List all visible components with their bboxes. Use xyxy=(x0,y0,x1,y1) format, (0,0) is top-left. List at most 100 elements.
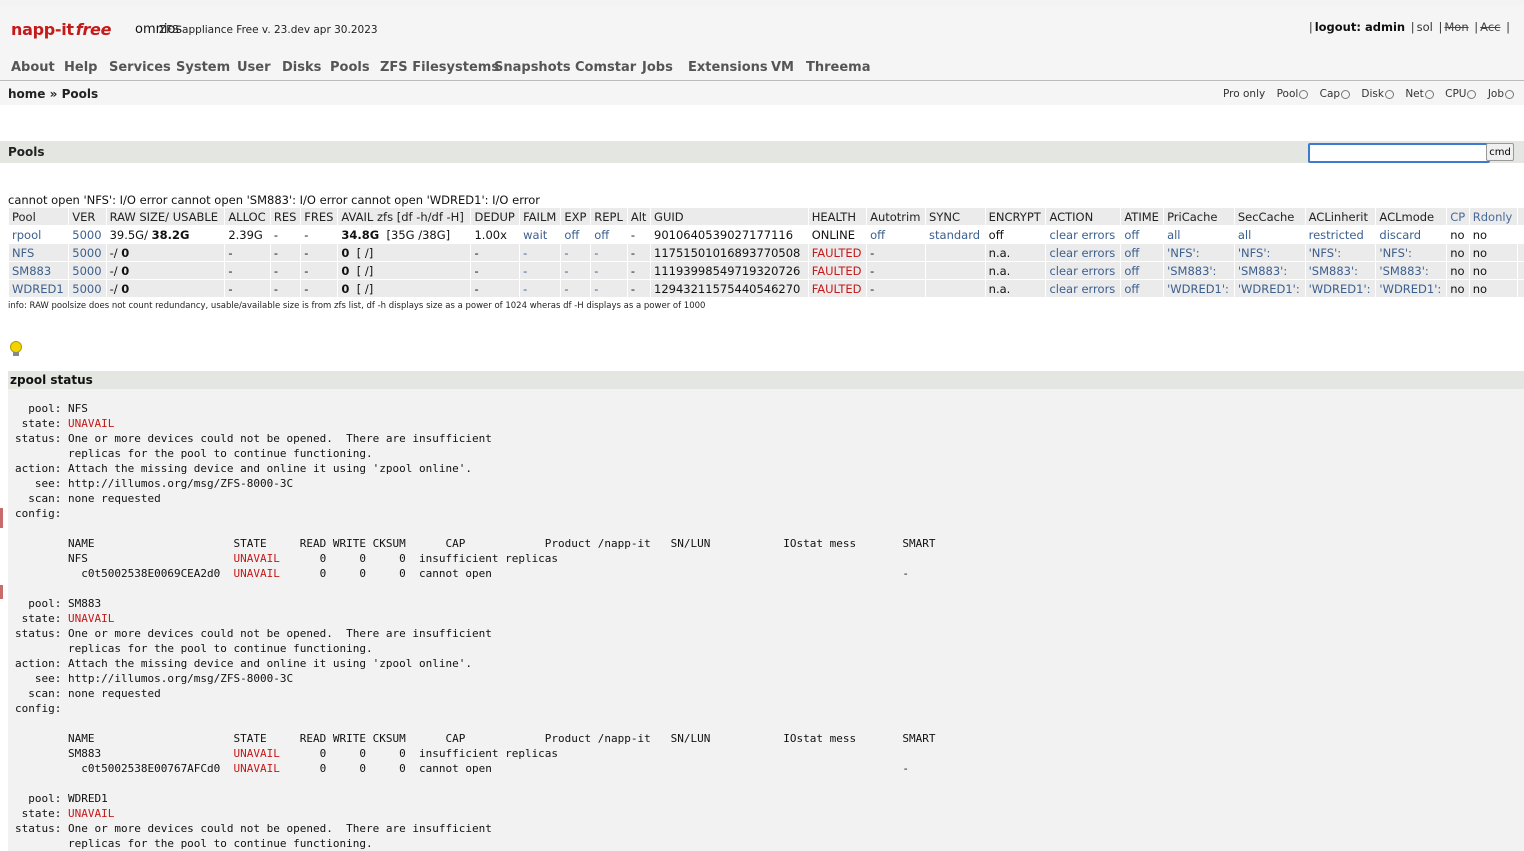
nav-snapshots[interactable]: Snapshots xyxy=(494,60,571,75)
nav-vm[interactable]: VM xyxy=(771,60,794,75)
radio-icon[interactable] xyxy=(1467,89,1477,99)
aclinherit-link[interactable]: 'NFS': xyxy=(1309,246,1342,260)
avail-df: [ /] xyxy=(356,263,374,278)
status-state-unavail: UNAVAIL xyxy=(233,747,280,760)
sol-link[interactable]: sol xyxy=(1417,20,1433,34)
sync-link[interactable]: standard xyxy=(929,228,980,242)
fres-cell: - xyxy=(301,280,338,297)
monitor-disk[interactable]: Disk xyxy=(1361,88,1394,100)
ver-link[interactable]: 5000 xyxy=(72,228,101,242)
nav-help[interactable]: Help xyxy=(64,60,97,75)
failm-link[interactable]: - xyxy=(523,246,527,260)
radio-icon[interactable] xyxy=(1424,89,1434,99)
clear-errors-link[interactable]: clear errors xyxy=(1049,228,1115,242)
atime-link[interactable]: off xyxy=(1124,282,1139,296)
ver-link[interactable]: 5000 xyxy=(72,246,101,260)
repl-link[interactable]: - xyxy=(594,246,598,260)
extra-cell xyxy=(1517,280,1524,297)
pricache-link[interactable]: 'WDRED1': xyxy=(1167,282,1229,296)
aclinherit-link[interactable]: 'WDRED1': xyxy=(1309,282,1371,296)
pool-link[interactable]: WDRED1 xyxy=(12,282,64,296)
repl-link[interactable]: off xyxy=(594,228,609,242)
atime-link[interactable]: off xyxy=(1124,264,1139,278)
monitor-net[interactable]: Net xyxy=(1405,88,1434,100)
exp-link[interactable]: off xyxy=(564,228,579,242)
clear-errors-link[interactable]: clear errors xyxy=(1049,282,1115,296)
aclmode-link[interactable]: 'NFS': xyxy=(1379,246,1412,260)
cmd-input[interactable] xyxy=(1308,143,1490,163)
radio-icon[interactable] xyxy=(1299,89,1309,99)
logout-link[interactable]: logout: admin xyxy=(1315,20,1405,34)
acc-link[interactable]: Acc xyxy=(1480,20,1500,34)
autotrim-link[interactable]: off xyxy=(870,228,885,242)
failm-link[interactable]: wait xyxy=(523,228,547,242)
aclmode-link[interactable]: discard xyxy=(1379,228,1421,242)
status-state-unavail: UNAVAIL xyxy=(67,417,115,430)
aclinherit-link[interactable]: 'SM883': xyxy=(1309,264,1358,278)
repl-link[interactable]: - xyxy=(594,264,598,278)
nav-extensions[interactable]: Extensions xyxy=(688,60,768,75)
clear-errors-link[interactable]: clear errors xyxy=(1049,246,1115,260)
failm-link[interactable]: - xyxy=(523,264,527,278)
status-text: see: http://illumos.org/msg/ZFS-8000-3C xyxy=(15,477,294,490)
avail-value: 0 xyxy=(341,263,350,278)
monitor-cpu[interactable]: CPU xyxy=(1445,88,1477,100)
napp-it-logo[interactable]: napp-it free xyxy=(11,20,111,39)
seccache-link[interactable]: 'SM883': xyxy=(1238,264,1287,278)
status-text: scan: none requested xyxy=(15,687,161,700)
status-line: config: xyxy=(15,702,61,715)
pool-link[interactable]: rpool xyxy=(12,228,41,242)
rdonly-cell: no xyxy=(1469,262,1517,279)
col-rdonly[interactable]: Rdonly xyxy=(1469,208,1517,225)
nav-user[interactable]: User xyxy=(237,60,271,75)
status-line: replicas for the pool to continue functi… xyxy=(15,447,373,460)
cmd-button[interactable]: cmd xyxy=(1486,143,1514,161)
nav-zfs-filesystems[interactable]: ZFS Filesystems xyxy=(380,60,499,75)
pool-link[interactable]: NFS xyxy=(12,246,34,260)
nav-comstar[interactable]: Comstar xyxy=(575,60,636,75)
exp-link[interactable]: - xyxy=(564,246,568,260)
encrypt-cell: off xyxy=(985,226,1046,243)
clear-errors-link[interactable]: clear errors xyxy=(1049,264,1115,278)
ver-link[interactable]: 5000 xyxy=(72,264,101,278)
nav-jobs[interactable]: Jobs xyxy=(642,60,673,75)
seccache-link[interactable]: all xyxy=(1238,228,1251,242)
monitor-pool[interactable]: Pool xyxy=(1277,88,1309,100)
mon-link[interactable]: Mon xyxy=(1444,20,1468,34)
repl-link[interactable]: - xyxy=(594,282,598,296)
nav-about[interactable]: About xyxy=(11,60,55,75)
atime-link[interactable]: off xyxy=(1124,246,1139,260)
lightbulb-icon[interactable] xyxy=(10,341,22,356)
sync-cell xyxy=(926,244,985,261)
radio-icon[interactable] xyxy=(1341,89,1351,99)
exp-link[interactable]: - xyxy=(564,264,568,278)
radio-icon[interactable] xyxy=(1384,89,1394,99)
monitor-job[interactable]: Job xyxy=(1488,88,1514,100)
nav-disks[interactable]: Disks xyxy=(282,60,321,75)
breadcrumb-current[interactable]: Pools xyxy=(62,87,99,101)
pricache-link[interactable]: all xyxy=(1167,228,1180,242)
pool-link[interactable]: SM883 xyxy=(12,264,51,278)
nav-services[interactable]: Services xyxy=(109,60,171,75)
col-cp[interactable]: CP xyxy=(1447,208,1469,225)
ver-link[interactable]: 5000 xyxy=(72,282,101,296)
aclmode-link[interactable]: 'SM883': xyxy=(1379,264,1428,278)
status-line: action: Attach the missing device and on… xyxy=(15,462,472,475)
nav-threema[interactable]: Threema xyxy=(806,60,871,75)
monitor-cap[interactable]: Cap xyxy=(1320,88,1351,100)
nav-pools[interactable]: Pools xyxy=(330,60,370,75)
radio-icon[interactable] xyxy=(1505,89,1514,99)
pricache-link[interactable]: 'NFS': xyxy=(1167,246,1200,260)
failm-link[interactable]: - xyxy=(523,282,527,296)
nav-system[interactable]: System xyxy=(176,60,230,75)
aclmode-link[interactable]: 'WDRED1': xyxy=(1379,282,1441,296)
pro-only-label: Pro only xyxy=(1223,88,1266,100)
col-action: ACTION xyxy=(1046,208,1121,225)
breadcrumb-home[interactable]: home xyxy=(8,87,45,101)
seccache-link[interactable]: 'WDRED1': xyxy=(1238,282,1300,296)
atime-link[interactable]: off xyxy=(1124,228,1139,242)
aclinherit-link[interactable]: restricted xyxy=(1309,228,1364,242)
exp-link[interactable]: - xyxy=(564,282,568,296)
pricache-link[interactable]: 'SM883': xyxy=(1167,264,1216,278)
seccache-link[interactable]: 'NFS': xyxy=(1238,246,1271,260)
